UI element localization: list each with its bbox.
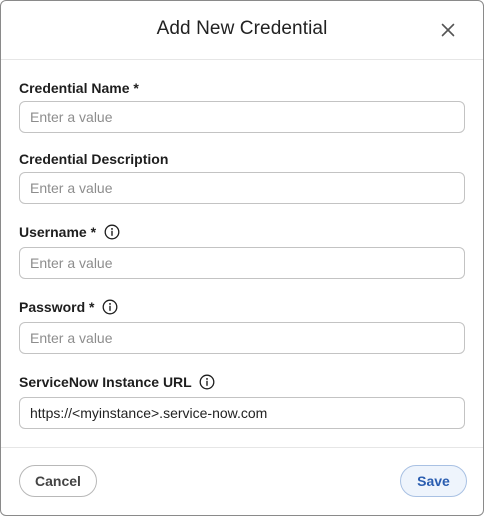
servicenow-url-info-icon[interactable]: [199, 374, 215, 390]
username-label-text: Username *: [19, 224, 97, 240]
servicenow-url-input[interactable]: [19, 397, 465, 429]
servicenow-url-label: ServiceNow Instance URL: [19, 373, 215, 391]
dialog-footer: Cancel Save: [1, 447, 483, 515]
username-label: Username *: [19, 223, 120, 241]
credential-name-input[interactable]: [19, 101, 465, 133]
password-label-text: Password *: [19, 299, 95, 315]
password-label: Password *: [19, 298, 118, 316]
password-input[interactable]: [19, 322, 465, 354]
credential-description-input[interactable]: [19, 172, 465, 204]
credential-description-label: Credential Description: [19, 150, 168, 168]
password-info-icon[interactable]: [102, 299, 118, 315]
servicenow-url-label-text: ServiceNow Instance URL: [19, 374, 192, 390]
username-info-icon[interactable]: [104, 224, 120, 240]
add-credential-dialog: Add New Credential Credential Name * Cre…: [0, 0, 484, 516]
dialog-title: Add New Credential: [156, 18, 328, 39]
save-button[interactable]: Save: [400, 465, 467, 497]
close-button[interactable]: [437, 19, 459, 41]
credential-name-label-text: Credential Name *: [19, 80, 139, 96]
dialog-header: Add New Credential: [1, 1, 483, 60]
credential-name-label: Credential Name *: [19, 79, 139, 97]
cancel-button[interactable]: Cancel: [19, 465, 97, 497]
credential-description-label-text: Credential Description: [19, 151, 169, 167]
close-icon: [441, 23, 455, 37]
username-input[interactable]: [19, 247, 465, 279]
